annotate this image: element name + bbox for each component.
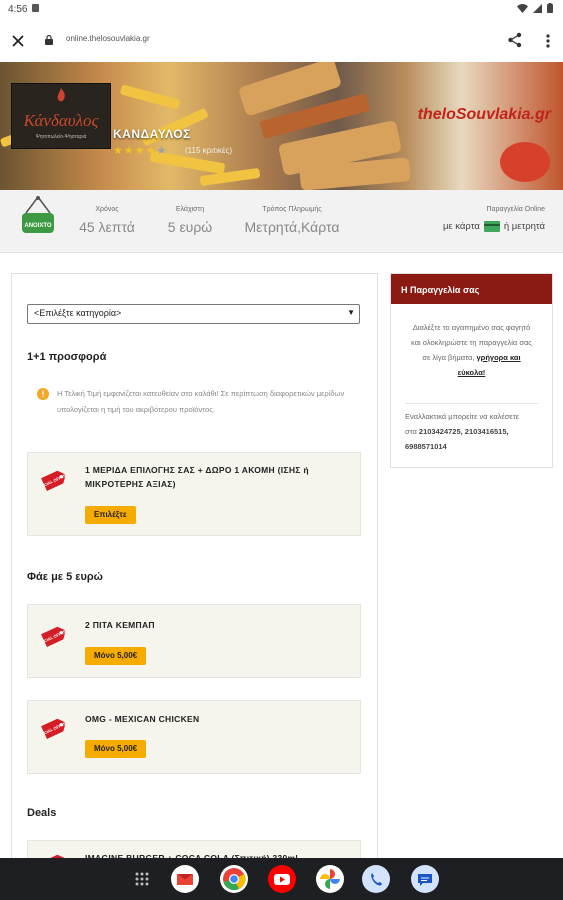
offer-name: OMG - MEXICAN CHICKEN (85, 714, 200, 724)
online-cash-text: ή μετρητά (503, 221, 545, 232)
info-bar: ΑΝΟΙΧΤΟ Χρόνος 45 λεπτά Ελάχιστη 5 ευρώ … (0, 190, 563, 253)
signal-icon (533, 3, 542, 13)
open-sign-icon: ΑΝΟΙΧΤΟ (22, 196, 54, 233)
select-offer-button[interactable]: Επιλέξτε (85, 506, 136, 524)
special-offer-tag-icon: SPECIAL OFFER (39, 718, 67, 739)
battery-icon (547, 3, 553, 13)
delivery-time-label: Χρόνος (95, 206, 119, 213)
order-panel-title: Η Παραγγελία σας (391, 274, 552, 304)
rating-count: (115 κριτικές) (185, 146, 232, 155)
online-order: Παραγγελία Online με κάρτα ή μετρητά (443, 206, 545, 232)
flame-icon (57, 88, 65, 102)
browser-toolbar: online.thelosouvlakia.gr (0, 20, 563, 62)
status-time: 4:56 (8, 4, 28, 15)
close-icon (12, 35, 24, 47)
lock-icon (45, 35, 53, 45)
category-select-value: <Επιλέξτε κατηγορία> (34, 308, 122, 318)
close-tab-button[interactable] (8, 31, 28, 51)
divider (405, 403, 538, 404)
payment-method-value: Μετρητά,Κάρτα (244, 219, 340, 235)
navigation-bar (0, 858, 563, 900)
order-phones[interactable]: 2103424725, 2103416515, 6988571014 (405, 427, 509, 451)
section-title: Φάε με 5 ευρώ (27, 571, 103, 583)
menu-panel: <Επιλέξτε κατηγορία> ▼ 1+1 προσφορά ! Η … (11, 273, 378, 874)
order-alt: Εναλλακτικά μπορείτε να καλέσετε στα 210… (405, 409, 525, 454)
order-item-button[interactable]: Μόνο 5,00€ (85, 740, 147, 758)
price-notice-text: Η Τελική Τιμή εμφανίζεται κατευθείαν στο… (57, 389, 345, 414)
svg-text:ΑΝΟΙΧΤΟ: ΑΝΟΙΧΤΟ (24, 223, 52, 229)
restaurant-logo: Κάνδαυλος Ψητοπωλείο-Ψησταριά (11, 83, 111, 149)
payment-method: Τρόπος Πληρωμής Μετρητά,Κάρτα (232, 206, 352, 235)
star-icon: ★ (123, 145, 135, 157)
order-item-button[interactable]: Μόνο 5,00€ (85, 647, 147, 665)
star-icon: ★ (156, 145, 168, 157)
photos-app-icon[interactable] (316, 865, 344, 893)
offer-name: 2 ΠΙΤΑ ΚΕΜΠΑΠ (85, 620, 155, 630)
order-intro: Διαλέξτε το αγαπημένο σας φαγητό και ολο… (391, 320, 552, 380)
youtube-app-icon[interactable] (268, 865, 296, 893)
offer-card: SPECIAL OFFER 2 ΠΙΤΑ ΚΕΜΠΑΠ Μόνο 5,00€ (27, 604, 361, 678)
category-select[interactable]: <Επιλέξτε κατηγορία> ▼ (27, 304, 360, 324)
minimum-order-label: Ελάχιστη (175, 206, 205, 213)
special-offer-tag-icon: SPECIAL OFFER (39, 626, 67, 647)
hero-banner: Κάνδαυλος Ψητοπωλείο-Ψησταριά ΚΑΝΔΑΥΛΟΣ … (0, 62, 563, 190)
logo-subtitle: Ψητοπωλείο-Ψησταριά (35, 134, 87, 140)
logo-text: Κάνδαυλος (23, 111, 99, 130)
status-icons (517, 3, 553, 13)
section-title: Deals (27, 807, 57, 819)
more-options-icon[interactable] (543, 31, 553, 51)
order-panel: Η Παραγγελία σας Διαλέξτε το αγαπημένο σ… (390, 273, 553, 468)
offer-name: 1 ΜΕΡΙΔΑ ΕΠΙΛΟΓΗΣ ΣΑΣ + ΔΩΡΟ 1 ΑΚΟΜΗ (ΙΣ… (85, 465, 309, 489)
wifi-icon (517, 3, 528, 13)
delivery-time-value: 45 λεπτά (79, 219, 135, 235)
notification-icon (32, 4, 39, 12)
minimum-order-value: 5 ευρώ (167, 219, 213, 235)
restaurant-name: ΚΑΝΔΑΥΛΟΣ (113, 127, 191, 141)
star-icon: ★ (145, 145, 157, 157)
online-order-label: Παραγγελία Online (486, 206, 545, 213)
minimum-order: Ελάχιστη 5 ευρώ (160, 206, 220, 235)
messages-app-icon[interactable] (411, 865, 439, 893)
star-icon: ★ (113, 145, 124, 157)
offer-card: SPECIAL OFFER 1 ΜΕΡΙΔΑ ΕΠΙΛΟΓΗΣ ΣΑΣ + ΔΩ… (27, 452, 361, 536)
star-icon: ★ (134, 145, 146, 157)
share-icon[interactable] (507, 32, 523, 48)
rating-stars: ★★★★★ (113, 144, 167, 157)
status-bar: 4:56 (0, 0, 563, 20)
app-drawer-icon[interactable] (134, 871, 150, 887)
section-title: 1+1 προσφορά (27, 351, 107, 363)
brand-logo: theloSouvlakia.gr (417, 106, 551, 123)
online-card-text: με κάρτα (442, 221, 480, 232)
url-text[interactable]: online.thelosouvlakia.gr (66, 34, 150, 43)
payment-method-label: Τρόπος Πληρωμής (262, 206, 322, 213)
chevron-down-icon: ▼ (347, 308, 355, 317)
info-icon: ! (37, 388, 49, 400)
delivery-time: Χρόνος 45 λεπτά (73, 206, 141, 235)
offer-card: SPECIAL OFFER OMG - MEXICAN CHICKEN Μόνο… (27, 700, 361, 774)
price-notice: ! Η Τελική Τιμή εμφανίζεται κατευθείαν σ… (37, 386, 367, 418)
phone-app-icon[interactable] (362, 865, 390, 893)
special-offer-tag-icon: SPECIAL OFFER (39, 470, 67, 491)
gmail-app-icon[interactable] (171, 865, 199, 893)
credit-card-icon (483, 221, 500, 232)
chrome-app-icon[interactable] (220, 865, 248, 893)
